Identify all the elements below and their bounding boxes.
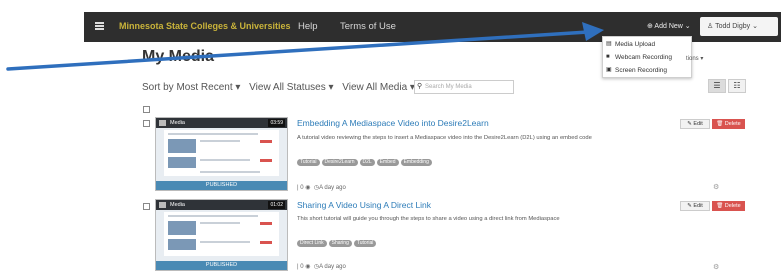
user-menu-button[interactable]: ♙ Todd Digby ⌄ [700,17,778,36]
delete-button[interactable]: 🗑 Delete [712,119,745,129]
brand-link[interactable]: Minnesota State Colleges & Universities [119,21,291,31]
menu-icon[interactable] [95,22,104,30]
media-upload-item[interactable]: ▤ Media Upload [603,39,691,50]
tag[interactable]: Tutorial [297,159,320,166]
entry-tags: Direct Link Sharing Tutorial [297,231,378,249]
screen-icon: ▣ [606,67,612,73]
thumbnail-status-bar: PUBLISHED [156,181,287,190]
webcam-recording-item[interactable]: ■ Webcam Recording [603,52,691,63]
eye-icon: ◉ [305,185,311,191]
search-input[interactable]: ⚲ Search My Media [414,80,514,94]
thumbnail-preview [164,130,279,176]
webcam-icon: ■ [606,54,610,60]
user-name: Todd Digby ⌄ [715,23,758,30]
help-link[interactable]: Help [298,21,318,32]
select-all-checkbox[interactable] [143,106,150,113]
thumbnail-header: Media 01:02 [156,200,287,210]
actions-button-partial[interactable]: tions ▾ [686,55,703,62]
tag[interactable]: Sharing [328,240,352,247]
entry-description: A tutorial video reviewing the steps to … [297,135,592,141]
entry-tags: Tutorial Desire2Learn D2L Embed Embedding [297,150,434,168]
entry-thumbnail[interactable]: Media 01:02 PUBLISHED [155,199,288,271]
user-icon: ♙ [707,23,714,30]
entry-time: A day ago [319,264,346,270]
entry-checkbox[interactable] [143,120,150,127]
filter-bar: Sort by Most Recent ▾ View All Statuses … [142,82,421,93]
entry-time: A day ago [319,185,346,191]
tag[interactable]: Desire2Learn [321,159,358,166]
tag[interactable]: Embed [376,159,399,166]
entry-description: This short tutorial will guide you throu… [297,216,560,222]
entry-checkbox[interactable] [143,203,150,210]
thumbnail-preview [164,212,279,256]
entry-title-link[interactable]: Embedding A Mediaspace Video into Desire… [297,118,489,128]
search-icon: ⚲ [417,83,423,90]
status-filter-dropdown[interactable]: View All Statuses ▾ [249,82,333,93]
views-count: 0 [300,185,304,191]
detailed-view-button[interactable]: ☷ [728,79,746,93]
views-count: 0 [300,264,304,270]
list-view-button[interactable]: ☰ [708,79,726,93]
tag[interactable]: Direct Link [297,240,327,247]
media-upload-icon: ▤ [606,41,612,47]
entry-meta: | 0 ◉ ◷A day ago [297,264,346,270]
terms-of-use-link[interactable]: Terms of Use [340,21,396,32]
edit-button[interactable]: ✎ Edit [680,201,710,211]
edit-button[interactable]: ✎ Edit [680,119,710,129]
entry-title-link[interactable]: Sharing A Video Using A Direct Link [297,200,431,210]
sort-dropdown[interactable]: Sort by Most Recent ▾ [142,82,240,93]
media-filter-dropdown[interactable]: View All Media ▾ [342,82,415,93]
list-view-icon: ☰ [713,81,721,90]
tag[interactable]: D2L [359,159,375,166]
entry-meta: | 0 ◉ ◷A day ago [297,185,346,191]
detailed-view-icon: ☷ [733,81,741,90]
duration-badge: 03:59 [268,119,285,127]
duration-badge: 01:02 [268,201,285,209]
thumbnail-status-bar: PUBLISHED [156,261,287,270]
gear-icon[interactable]: ⚙ [713,263,719,271]
entry-thumbnail[interactable]: Media 03:59 PUBLISHED [155,117,288,191]
page-title: My Media [142,48,215,65]
delete-button[interactable]: 🗑 Delete [712,201,745,211]
tag[interactable]: Embedding [400,159,432,166]
add-new-dropdown: ▤ Media Upload ■ Webcam Recording ▣ Scre… [602,36,692,78]
screen-recording-item[interactable]: ▣ Screen Recording [603,65,691,76]
eye-icon: ◉ [305,264,311,270]
tag[interactable]: Tutorial [353,240,377,247]
gear-icon[interactable]: ⚙ [713,183,719,191]
thumbnail-header: Media 03:59 [156,118,287,128]
add-new-button[interactable]: ⊕ Add New ⌄ [644,19,694,35]
